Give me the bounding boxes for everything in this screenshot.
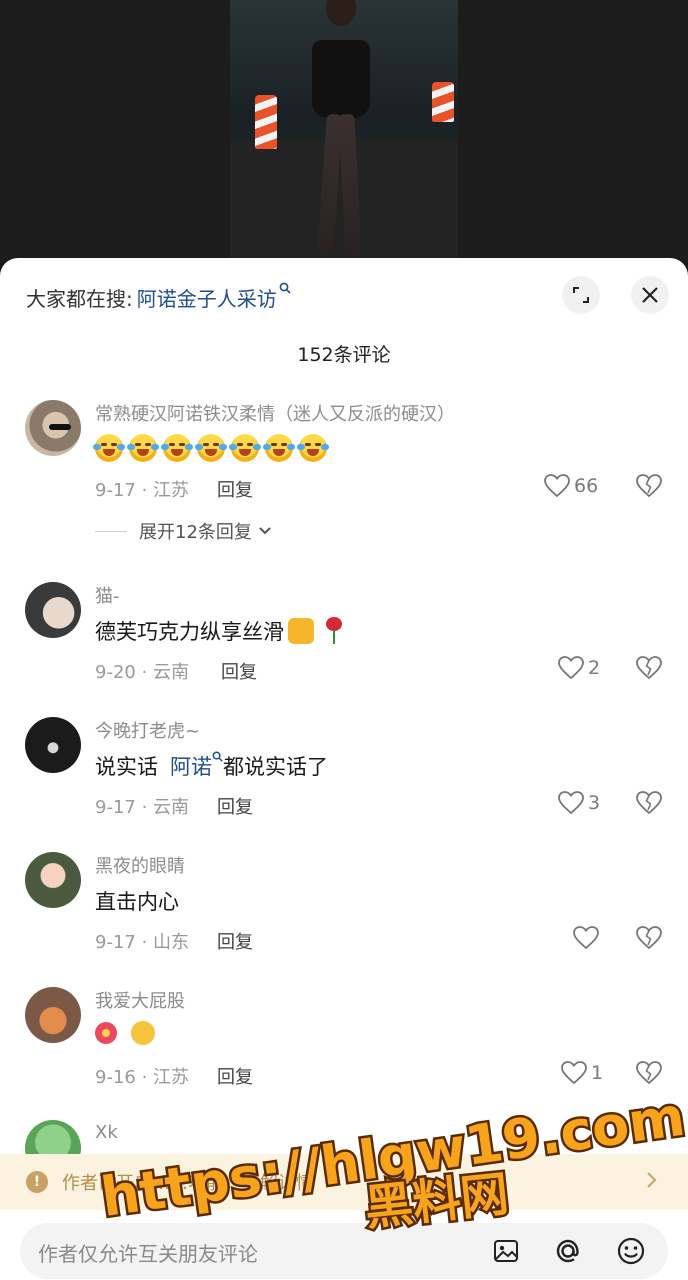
trending-search[interactable]: 大家都在搜: 阿诺金子人采访 xyxy=(26,282,291,312)
avatar[interactable] xyxy=(25,852,81,908)
flower-emoji xyxy=(131,1021,155,1045)
reply-button[interactable]: 回复 xyxy=(217,793,253,819)
like-button[interactable]: 3 xyxy=(558,791,600,815)
comment-input[interactable]: 作者仅允许互关朋友评论 xyxy=(20,1223,668,1279)
chevron-down-icon xyxy=(259,527,271,535)
dislike-button[interactable] xyxy=(636,1061,662,1089)
flower-emoji xyxy=(95,1022,117,1044)
like-count: 2 xyxy=(588,657,601,679)
like-count: 66 xyxy=(574,475,599,497)
comment-item: 猫- 德芙巧克力纵享丝滑 9-20 · 云南 回复 2 xyxy=(0,578,688,688)
expand-sheet-button[interactable] xyxy=(562,276,600,314)
comment-item: 今晚打老虎~ 说实话 阿诺 都说实话了 9-17 · 云南 回复 3 xyxy=(0,713,688,823)
avatar[interactable] xyxy=(25,582,81,638)
dislike-button[interactable] xyxy=(636,474,662,502)
avatar[interactable] xyxy=(25,717,81,773)
at-mention-icon[interactable] xyxy=(552,1235,584,1267)
comment-author[interactable]: 常熟硬汉阿诺铁汉柔情（迷人又反派的硬汉） xyxy=(95,400,455,426)
comment-date-location: 9-20 · 云南 xyxy=(95,662,190,683)
like-button[interactable]: 1 xyxy=(561,1061,603,1085)
comment-date-location: 9-17 · 江苏 xyxy=(95,480,190,501)
like-button[interactable] xyxy=(573,926,603,950)
trending-search-term[interactable]: 阿诺金子人采访 xyxy=(137,283,277,312)
search-icon xyxy=(279,282,291,298)
emoji-icon[interactable] xyxy=(615,1235,647,1267)
search-icon xyxy=(212,751,223,765)
comment-input-placeholder: 作者仅允许互关朋友评论 xyxy=(38,1242,258,1266)
comment-date-location: 9-16 · 江苏 xyxy=(95,1067,190,1088)
laughing-crying-emoji xyxy=(229,434,261,462)
broken-heart-icon xyxy=(636,926,662,950)
like-count: 3 xyxy=(588,792,601,814)
heart-icon xyxy=(558,656,584,680)
laughing-crying-emoji xyxy=(93,434,125,462)
comment-author[interactable]: Xk xyxy=(95,1122,118,1143)
laughing-crying-emoji xyxy=(127,434,159,462)
dislike-button[interactable] xyxy=(636,656,662,684)
laughing-crying-emoji xyxy=(195,434,227,462)
comment-text xyxy=(93,434,333,462)
image-icon[interactable] xyxy=(490,1235,522,1267)
video-frame xyxy=(230,0,458,262)
comment-author[interactable]: 黑夜的眼睛 xyxy=(95,852,185,878)
laughing-crying-emoji xyxy=(161,434,193,462)
laughing-crying-emoji xyxy=(263,434,295,462)
comment-author[interactable]: 猫- xyxy=(95,582,120,608)
laughing-crying-emoji xyxy=(297,434,329,462)
avatar[interactable] xyxy=(25,400,81,456)
comment-item: 常熟硬汉阿诺铁汉柔情（迷人又反派的硬汉） 9-17 · 江苏 回复 66 展开1… xyxy=(0,396,688,546)
expand-replies[interactable]: 展开12条回复 xyxy=(95,518,272,544)
expand-icon xyxy=(573,287,589,303)
reply-button[interactable]: 回复 xyxy=(217,476,253,502)
comment-author[interactable]: 我爱大屁股 xyxy=(95,987,185,1013)
comment-date-location: 9-17 · 云南 xyxy=(95,797,190,818)
expand-replies-label: 展开12条回复 xyxy=(139,522,252,543)
info-icon: ! xyxy=(26,1171,48,1193)
close-button[interactable] xyxy=(631,276,669,314)
trending-search-prefix: 大家都在搜: xyxy=(26,286,133,311)
person-figure xyxy=(308,0,378,262)
chevron-right-icon xyxy=(646,1171,658,1193)
heart-icon xyxy=(558,791,584,815)
traffic-cone-left xyxy=(255,95,277,149)
broken-heart-icon xyxy=(636,656,662,680)
like-button[interactable]: 2 xyxy=(558,656,600,680)
author-notice-bar[interactable]: ! 作者已开启……功能，了解详情 xyxy=(0,1154,688,1210)
mention-link[interactable]: 阿诺 xyxy=(170,751,212,781)
comment-item: 我爱大屁股 9-16 · 江苏 回复 1 xyxy=(0,983,688,1093)
heart-icon xyxy=(573,926,599,950)
close-icon xyxy=(642,287,658,303)
like-count: 1 xyxy=(591,1062,604,1084)
avatar[interactable] xyxy=(25,987,81,1043)
reply-button[interactable]: 回复 xyxy=(217,928,253,954)
heart-icon xyxy=(561,1061,587,1085)
heart-icon xyxy=(544,474,570,498)
video-preview[interactable] xyxy=(0,0,688,262)
comment-sheet: 大家都在搜: 阿诺金子人采访 152条评论 常熟硬汉阿诺铁汉柔情（迷人又反派的硬… xyxy=(0,258,688,1280)
comment-date-location: 9-17 · 山东 xyxy=(95,932,190,953)
traffic-cone-right xyxy=(432,82,454,122)
comment-text: 德芙巧克力纵享丝滑 xyxy=(95,616,344,646)
comment-text xyxy=(95,1021,155,1045)
broken-heart-icon xyxy=(636,791,662,815)
reply-button[interactable]: 回复 xyxy=(221,658,257,684)
comment-text: 直击内心 xyxy=(95,890,179,914)
comment-author[interactable]: 今晚打老虎~ xyxy=(95,717,200,743)
like-button[interactable]: 66 xyxy=(544,474,598,498)
comment-count: 152条评论 xyxy=(297,344,391,366)
dislike-button[interactable] xyxy=(636,926,662,954)
notice-text: 作者已开启……功能，了解详情 xyxy=(62,1173,314,1194)
rose-emoji xyxy=(324,617,344,645)
dislike-button[interactable] xyxy=(636,791,662,819)
comment-item: Xk xyxy=(0,1118,688,1176)
broken-heart-icon xyxy=(636,1061,662,1085)
comment-item: 黑夜的眼睛 直击内心 9-17 · 山东 回复 xyxy=(0,848,688,958)
broken-heart-icon xyxy=(636,474,662,498)
reply-button[interactable]: 回复 xyxy=(217,1063,253,1089)
comment-text: 说实话 阿诺 都说实话了 xyxy=(95,751,328,781)
thumbs-up-emoji xyxy=(288,618,314,644)
